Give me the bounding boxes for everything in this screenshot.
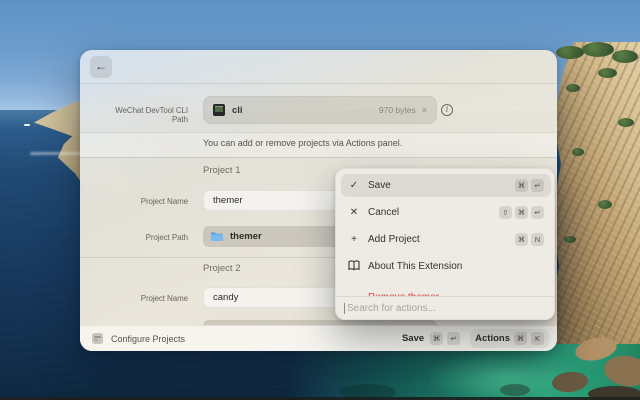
divider [80,157,557,158]
wallpaper-bush [572,148,584,156]
wallpaper-bush [564,236,576,243]
desktop: ← WeChat DevTool CLI Path cli 970 bytes … [0,0,640,400]
wallpaper-bush [598,68,617,78]
book-icon [348,260,360,274]
wallpaper-cliff-texture [548,42,640,362]
action-item-add-project[interactable]: + Add Project ⌘ N [341,228,551,251]
cli-path-label: WeChat DevTool CLI Path [98,106,188,124]
enter-keycap: ↵ [531,206,544,219]
cli-path-file-field[interactable]: cli 970 bytes × [203,96,437,124]
shift-keycap: ⇧ [499,206,512,219]
project2-name-label: Project Name [98,294,188,303]
back-button[interactable]: ← [90,56,112,78]
wallpaper-bush [618,118,634,127]
text-caret [344,303,345,314]
k-keycap: K [531,332,544,345]
actions-search-input[interactable]: Search for actions... [336,296,554,319]
action-item-cancel[interactable]: ✕ Cancel ⇧ ⌘ ↵ [341,201,551,224]
cli-file-name: cli [232,105,243,116]
bottom-bar-title: Configure Projects [111,334,185,344]
cmd-keycap: ⌘ [514,332,527,345]
wallpaper-bush [582,42,614,57]
check-icon: ✓ [348,180,360,191]
remove-file-icon[interactable]: × [422,105,427,115]
description-text: You can add or remove projects via Actio… [203,138,402,148]
cmd-keycap: ⌘ [430,332,443,345]
action-label: Save [368,180,391,191]
wallpaper-rock [500,384,530,396]
project1-path-label: Project Path [98,233,188,242]
action-label: About This Extension [368,261,462,272]
header-divider [80,83,557,84]
project1-name-label: Project Name [98,197,188,206]
action-item-save[interactable]: ✓ Save ⌘ ↵ [341,174,551,197]
cli-file-size: 970 bytes [379,105,416,115]
wallpaper-foam [30,152,84,155]
save-button[interactable]: Save [402,333,424,344]
wallpaper-bush [556,46,584,59]
terminal-file-icon [213,104,225,116]
action-label: Cancel [368,207,399,218]
actions-button[interactable]: Actions ⌘ K [470,329,549,348]
action-label: Add Project [368,234,420,245]
wallpaper-bush [612,50,638,63]
project1-title: Project 1 [203,165,241,176]
close-icon: ✕ [348,207,360,218]
action-item-about[interactable]: About This Extension [341,255,551,278]
actions-panel: ✓ Save ⌘ ↵ ✕ Cancel ⇧ ⌘ ↵ + Add Project … [335,168,555,320]
wallpaper-bush [598,200,612,209]
extension-icon [92,333,103,344]
enter-keycap: ↵ [447,332,460,345]
n-keycap: N [531,233,544,246]
wallpaper-bush [566,84,580,92]
cmd-keycap: ⌘ [515,233,528,246]
wallpaper-boat [24,124,30,126]
cmd-keycap: ⌘ [515,179,528,192]
bottom-bar: Configure Projects Save ⌘ ↵ Actions ⌘ K [80,325,557,351]
actions-button-label: Actions [475,333,510,344]
info-icon[interactable]: i [441,104,453,116]
plus-icon: + [348,234,360,245]
project2-title: Project 2 [203,263,241,274]
folder-icon [210,231,224,242]
search-placeholder: Search for actions... [347,303,436,314]
cmd-keycap: ⌘ [515,206,528,219]
enter-keycap: ↵ [531,179,544,192]
divider [80,132,557,133]
project1-path-value: themer [230,231,262,242]
